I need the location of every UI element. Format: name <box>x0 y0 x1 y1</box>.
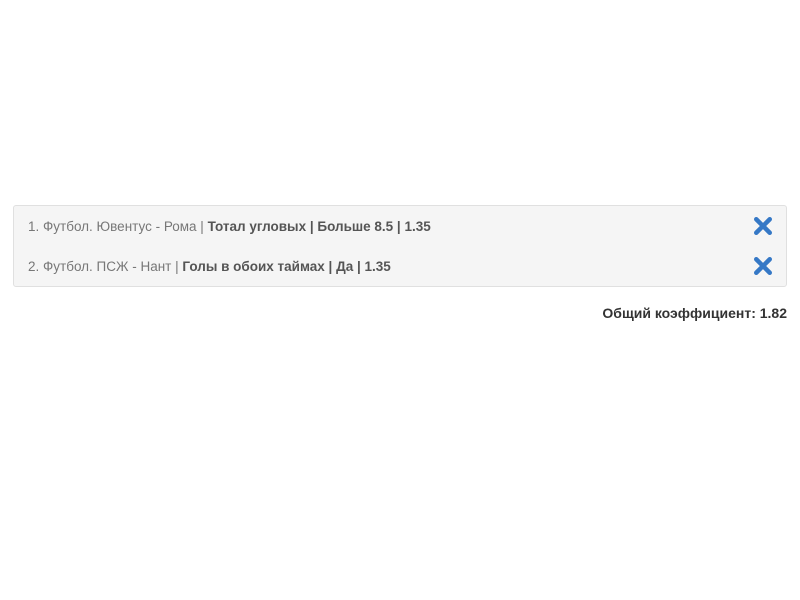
total-label: Общий коэффициент: <box>602 305 759 321</box>
bet-sep: | <box>306 219 317 234</box>
bet-prefix: 1. Футбол. Ювентус - Рома | <box>28 219 208 234</box>
bet-row: 2. Футбол. ПСЖ - Нант | Голы в обоих тай… <box>14 246 786 286</box>
bet-market: Тотал угловых <box>208 219 307 234</box>
bet-sep: | <box>393 219 404 234</box>
bet-selection: Больше 8.5 <box>317 219 393 234</box>
bet-slip-panel: 1. Футбол. Ювентус - Рома | Тотал угловы… <box>13 205 787 287</box>
total-coefficient: Общий коэффициент: 1.82 <box>602 305 787 321</box>
bet-text: 1. Футбол. Ювентус - Рома | Тотал угловы… <box>28 219 754 234</box>
bet-odds: 1.35 <box>365 259 391 274</box>
bet-text: 2. Футбол. ПСЖ - Нант | Голы в обоих тай… <box>28 259 754 274</box>
bet-market: Голы в обоих таймах <box>182 259 324 274</box>
bet-row: 1. Футбол. Ювентус - Рома | Тотал угловы… <box>14 206 786 246</box>
total-value: 1.82 <box>760 305 787 321</box>
bet-selection: Да <box>336 259 353 274</box>
remove-bet-icon[interactable] <box>754 257 772 275</box>
remove-bet-icon[interactable] <box>754 217 772 235</box>
bet-sep: | <box>325 259 336 274</box>
bet-odds: 1.35 <box>404 219 430 234</box>
bet-prefix: 2. Футбол. ПСЖ - Нант | <box>28 259 182 274</box>
bet-sep: | <box>353 259 364 274</box>
